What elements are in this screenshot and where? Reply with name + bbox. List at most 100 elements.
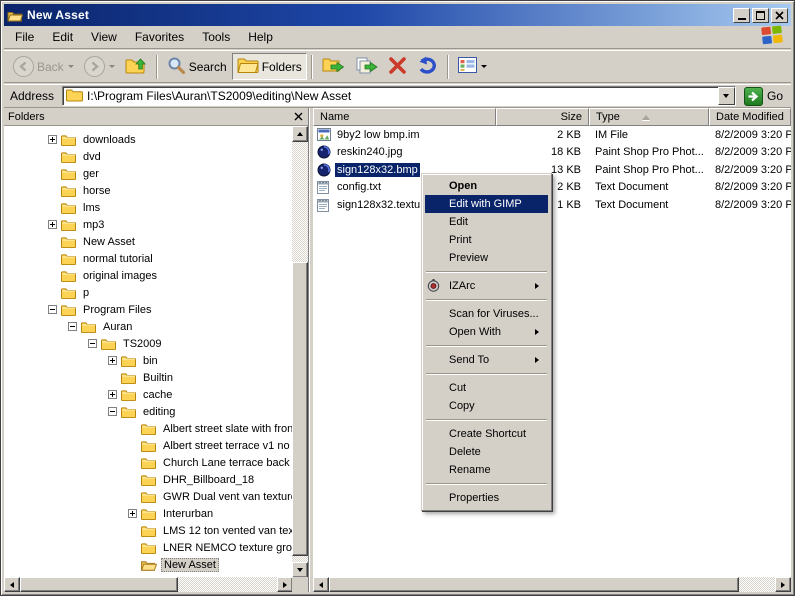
menu-tools[interactable]: Tools: [193, 27, 239, 47]
collapse-minus-icon[interactable]: [68, 322, 77, 331]
tree-item[interactable]: editing: [4, 403, 293, 420]
tree-hscroll-thumb[interactable]: [20, 577, 178, 592]
expand-plus-icon[interactable]: [48, 220, 57, 229]
column-header-name[interactable]: Name: [313, 108, 496, 126]
tree-item[interactable]: DHR_Billboard_18: [4, 471, 293, 488]
tree-horizontal-scrollbar[interactable]: [4, 577, 293, 592]
folders-button[interactable]: Folders: [232, 53, 307, 80]
tree-item[interactable]: normal tutorial: [4, 250, 293, 267]
tree-vertical-scrollbar[interactable]: [292, 126, 308, 578]
file-row[interactable]: reskin240.jpg18 KBPaint Shop Pro Phot...…: [313, 144, 791, 162]
delete-button[interactable]: [383, 53, 412, 81]
collapse-minus-icon[interactable]: [108, 407, 117, 416]
scroll-left-icon[interactable]: [4, 577, 20, 592]
tree-item[interactable]: Albert street slate with fron: [4, 420, 293, 437]
tree-item[interactable]: mp3: [4, 216, 293, 233]
tree-item[interactable]: bin: [4, 352, 293, 369]
context-menu-item-scan-for-viruses[interactable]: Scan for Viruses...: [425, 305, 548, 323]
move-to-button[interactable]: [317, 53, 350, 81]
context-menu-item-copy[interactable]: Copy: [425, 397, 548, 415]
tree-item[interactable]: lms: [4, 199, 293, 216]
tree-item[interactable]: Interurban: [4, 505, 293, 522]
expand-plus-icon[interactable]: [128, 509, 137, 518]
context-menu-item-send-to[interactable]: Send To: [425, 351, 548, 369]
tree-item[interactable]: LNER NEMCO texture group: [4, 539, 293, 556]
context-menu-item-delete[interactable]: Delete: [425, 443, 548, 461]
list-horizontal-scrollbar[interactable]: [313, 577, 791, 592]
tree-item[interactable]: ger: [4, 165, 293, 182]
undo-button[interactable]: [412, 53, 443, 81]
maximize-button[interactable]: [752, 8, 769, 23]
tree-item[interactable]: p: [4, 284, 293, 301]
tree-item[interactable]: New Asset: [4, 233, 293, 250]
collapse-minus-icon[interactable]: [48, 305, 57, 314]
address-input[interactable]: I:\Program Files\Auran\TS2009\editing\Ne…: [87, 89, 718, 103]
address-dropdown-button[interactable]: [718, 87, 735, 105]
tree-item[interactable]: Albert street terrace v1 no: [4, 437, 293, 454]
minimize-button[interactable]: [733, 8, 750, 23]
context-menu-item-izarc[interactable]: IZArc: [425, 277, 548, 295]
scroll-right-icon[interactable]: [277, 577, 293, 592]
close-button[interactable]: [771, 8, 788, 23]
column-header-date-modified[interactable]: Date Modified: [709, 108, 791, 126]
tree-item[interactable]: cache: [4, 386, 293, 403]
go-button[interactable]: [744, 87, 763, 106]
up-button[interactable]: [120, 52, 152, 81]
menu-favorites[interactable]: Favorites: [126, 27, 193, 47]
tree-item[interactable]: GWR Dual vent van texture: [4, 488, 293, 505]
tree-item[interactable]: horse: [4, 182, 293, 199]
tree-item[interactable]: downloads: [4, 131, 293, 148]
context-menu-item-print[interactable]: Print: [425, 231, 548, 249]
context-menu-item-edit-with-gimp[interactable]: Edit with GIMP: [425, 195, 548, 213]
context-menu-item-cut[interactable]: Cut: [425, 379, 548, 397]
title-bar[interactable]: New Asset: [4, 4, 791, 26]
tree-item[interactable]: original images: [4, 267, 293, 284]
tree-vscroll-thumb[interactable]: [292, 262, 308, 556]
tree-item[interactable]: Program Files: [4, 301, 293, 318]
forward-button[interactable]: [79, 53, 120, 80]
expand-plus-icon[interactable]: [108, 390, 117, 399]
file-row[interactable]: 9by2 low bmp.im2 KBIM File8/2/2009 3:20 …: [313, 126, 791, 144]
expand-plus-icon[interactable]: [48, 135, 57, 144]
context-menu-item-open-with[interactable]: Open With: [425, 323, 548, 341]
menu-view[interactable]: View: [82, 27, 126, 47]
file-row[interactable]: sign128x32.textu1 KBText Document8/2/200…: [313, 196, 791, 214]
tree-item[interactable]: dvd: [4, 148, 293, 165]
folders-close-icon[interactable]: [294, 112, 304, 121]
search-button[interactable]: Search: [162, 53, 232, 81]
views-dropdown-icon[interactable]: [481, 65, 487, 71]
copy-to-button[interactable]: [350, 53, 383, 81]
tree-item[interactable]: Auran: [4, 318, 293, 335]
address-combo[interactable]: I:\Program Files\Auran\TS2009\editing\Ne…: [62, 86, 736, 106]
tree-item[interactable]: Church Lane terrace back g: [4, 454, 293, 471]
file-row[interactable]: sign128x32.bmp13 KBPaint Shop Pro Phot..…: [313, 161, 791, 179]
collapse-minus-icon[interactable]: [88, 339, 97, 348]
back-dropdown-icon[interactable]: [68, 65, 74, 71]
file-row[interactable]: config.txt2 KBText Document8/2/2009 3:20…: [313, 179, 791, 197]
psp-file-icon: [317, 163, 331, 177]
forward-dropdown-icon[interactable]: [109, 65, 115, 71]
tree-item[interactable]: LMS 12 ton vented van text: [4, 522, 293, 539]
list-hscroll-thumb[interactable]: [329, 577, 739, 592]
context-menu-item-rename[interactable]: Rename: [425, 461, 548, 479]
menu-file[interactable]: File: [6, 27, 43, 47]
scroll-left-icon[interactable]: [313, 577, 329, 592]
scroll-right-icon[interactable]: [775, 577, 791, 592]
tree-item[interactable]: Builtin: [4, 369, 293, 386]
scroll-down-icon[interactable]: [292, 562, 308, 578]
column-header-type[interactable]: Type: [589, 108, 709, 126]
menu-edit[interactable]: Edit: [43, 27, 82, 47]
context-menu-item-properties[interactable]: Properties: [425, 489, 548, 507]
menu-help[interactable]: Help: [239, 27, 282, 47]
context-menu-item-open[interactable]: Open: [425, 177, 548, 195]
context-menu-item-create-shortcut[interactable]: Create Shortcut: [425, 425, 548, 443]
tree-item[interactable]: TS2009: [4, 335, 293, 352]
context-menu-item-edit[interactable]: Edit: [425, 213, 548, 231]
expand-plus-icon[interactable]: [108, 356, 117, 365]
back-button[interactable]: Back: [8, 53, 79, 80]
context-menu-item-preview[interactable]: Preview: [425, 249, 548, 267]
column-header-size[interactable]: Size: [496, 108, 589, 126]
tree-item[interactable]: New Asset: [4, 556, 293, 573]
scroll-up-icon[interactable]: [292, 126, 308, 142]
views-button[interactable]: [453, 54, 492, 79]
